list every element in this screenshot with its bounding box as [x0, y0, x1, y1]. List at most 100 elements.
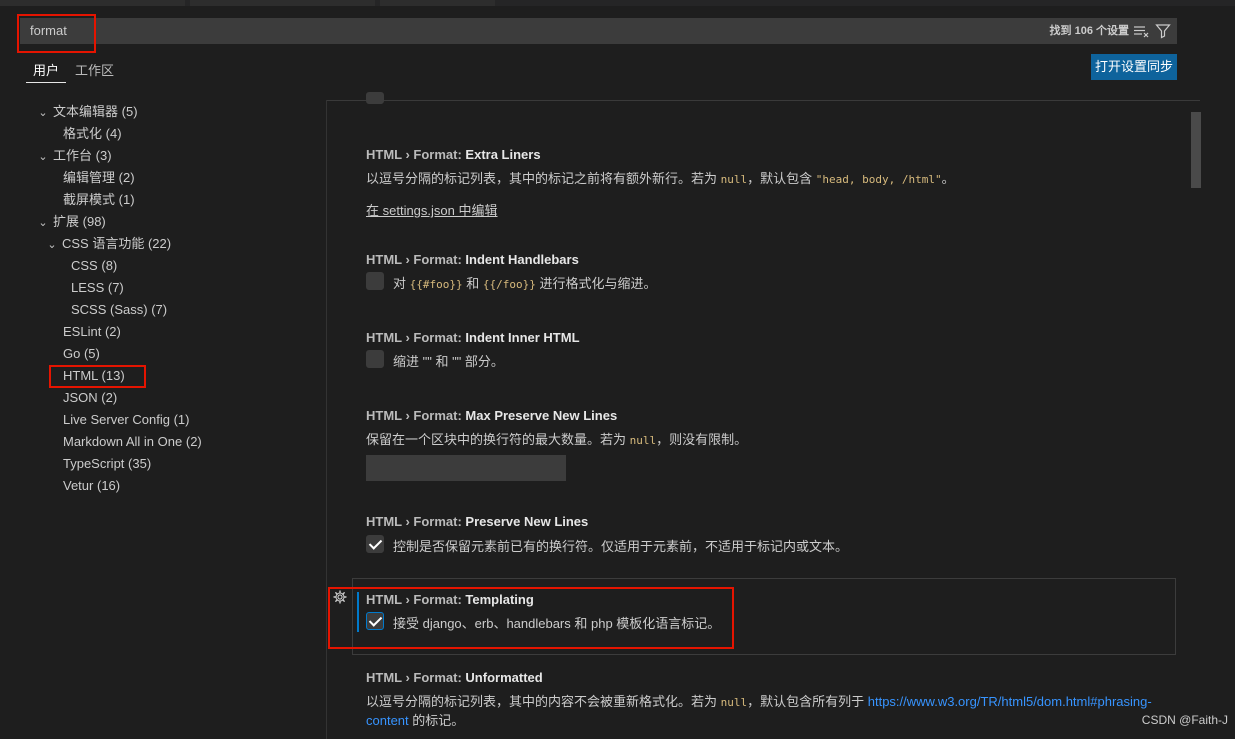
toc-count: (2): [185, 434, 202, 449]
toc-item-css-language-features[interactable]: ⌄ CSS 语言功能 (22): [46, 233, 171, 255]
editor-tab[interactable]: [190, 0, 375, 6]
setting-category: HTML › Format:: [366, 592, 466, 607]
toc-label: Markdown All in One: [63, 434, 183, 449]
code-null: null: [720, 173, 748, 186]
desc-text: 。: [941, 171, 955, 186]
toc-item-scss[interactable]: SCSS (Sass) (7): [71, 299, 167, 321]
toc-count: (22): [147, 236, 172, 251]
desc-text: 对: [393, 276, 410, 291]
toc-label: 编辑管理: [63, 170, 116, 185]
toc-label: Go: [63, 346, 81, 361]
toc-item-html[interactable]: HTML (13): [63, 365, 125, 387]
toc-item-eslint[interactable]: ESLint (2): [63, 321, 121, 343]
toc-item-text-editor[interactable]: ⌄ 文本编辑器 (5): [37, 101, 137, 123]
filter-icon[interactable]: [1155, 23, 1171, 39]
toc-label: CSS 语言功能: [62, 236, 145, 251]
max-preserve-new-lines-input[interactable]: [366, 455, 566, 481]
toc-item-editor-management[interactable]: 编辑管理 (2): [63, 167, 135, 189]
settings-scrollbar-thumb[interactable]: [1191, 112, 1201, 188]
toc-count: (3): [95, 148, 112, 163]
toc-item-workbench[interactable]: ⌄ 工作台 (3): [37, 145, 112, 167]
setting-name: Unformatted: [465, 670, 543, 685]
setting-desc-extra-liners: 以逗号分隔的标记列表，其中的标记之前将有额外新行。若为 null，默认包含 "h…: [366, 168, 955, 187]
setting-category: HTML › Format:: [366, 408, 466, 423]
tab-workspace[interactable]: 工作区: [75, 60, 114, 82]
active-tab-indicator: [26, 82, 66, 83]
toc-count: (35): [128, 456, 152, 471]
toc-count: (4): [105, 126, 122, 141]
focus-indicator: [357, 592, 359, 632]
phrasing-content-link[interactable]: https://www.w3.org/TR/html5/dom.html#phr…: [868, 694, 1152, 709]
setting-category: HTML › Format:: [366, 147, 466, 162]
phrasing-content-link[interactable]: content: [366, 713, 409, 728]
turn-on-settings-sync-button[interactable]: 打开设置同步: [1091, 54, 1177, 80]
setting-desc-unformatted-line2: content 的标记。: [366, 710, 464, 729]
toc-count: (1): [118, 192, 135, 207]
setting-category: HTML › Format:: [366, 514, 466, 529]
toc-item-extensions[interactable]: ⌄ 扩展 (98): [37, 211, 106, 233]
preserve-new-lines-checkbox[interactable]: [366, 535, 384, 553]
chevron-down-icon: ⌄: [38, 217, 48, 229]
toc-item-markdown-all-in-one[interactable]: Markdown All in One (2): [63, 431, 202, 453]
editor-tab[interactable]: [0, 0, 185, 6]
setting-name: Max Preserve New Lines: [465, 408, 618, 423]
settings-search-bar[interactable]: format 找到 106 个设置: [20, 18, 1177, 44]
setting-desc-templating: 接受 django、erb、handlebars 和 php 模板化语言标记。: [393, 616, 721, 631]
setting-category: HTML › Format:: [366, 330, 466, 345]
desc-text: 保留在一个区块中的换行符的最大数量。若为: [366, 432, 630, 447]
panel-divider: [326, 100, 327, 739]
desc-text: ，默认包含: [747, 171, 816, 186]
setting-title-max-preserve-new-lines: HTML › Format: Max Preserve New Lines: [366, 408, 617, 423]
toc-count: (2): [118, 170, 135, 185]
toc-item-go[interactable]: Go (5): [63, 343, 100, 365]
desc-text: ，则没有限制。: [656, 432, 748, 447]
setting-checkbox-partial[interactable]: [366, 92, 384, 104]
setting-desc-indent-handlebars: 对 {{#foo}} 和 {{/foo}} 进行格式化与缩进。: [393, 273, 656, 292]
toc-count: (16): [96, 478, 121, 493]
code-open-block: {{#foo}}: [409, 278, 463, 291]
desc-text: 以逗号分隔的标记列表，其中的内容不会被重新格式化。若为: [366, 694, 721, 709]
toc-label: HTML: [63, 368, 98, 383]
templating-checkbox[interactable]: [366, 612, 384, 630]
gear-icon[interactable]: [333, 590, 347, 607]
settings-search-input[interactable]: format: [30, 18, 67, 44]
setting-name: Preserve New Lines: [465, 514, 589, 529]
toc-item-live-server-config[interactable]: Live Server Config (1): [63, 409, 189, 431]
toc-item-typescript[interactable]: TypeScript (35): [63, 453, 151, 475]
toc-item-vetur[interactable]: Vetur (16): [63, 475, 120, 497]
toc-item-formatting[interactable]: 格式化 (4): [63, 123, 122, 145]
setting-desc-indent-inner-html: 缩进 "" 和 "" 部分。: [393, 354, 504, 369]
setting-category: HTML › Format:: [366, 252, 466, 267]
toc-item-json[interactable]: JSON (2): [63, 387, 117, 409]
desc-text: 以逗号分隔的标记列表，其中的标记之前将有额外新行。若为: [366, 171, 721, 186]
toc-item-css[interactable]: CSS (8): [71, 255, 117, 277]
setting-title-unformatted: HTML › Format: Unformatted: [366, 670, 543, 685]
setting-title-indent-inner-html: HTML › Format: Indent Inner HTML: [366, 330, 580, 345]
toc-label: 格式化: [63, 126, 103, 141]
toc-count: (2): [101, 390, 118, 405]
toc-label: CSS: [71, 258, 98, 273]
tab-user[interactable]: 用户: [33, 60, 59, 82]
toc-label: LESS: [71, 280, 105, 295]
toc-count: (5): [83, 346, 100, 361]
toc-count: (98): [82, 214, 106, 229]
toc-item-less[interactable]: LESS (7): [71, 277, 124, 299]
search-result-count: 找到 106 个设置: [1049, 25, 1129, 37]
toc-label: 截屏模式: [63, 192, 116, 207]
editor-tab[interactable]: [380, 0, 495, 6]
toc-label: TypeScript: [63, 456, 125, 471]
toc-label: SCSS (Sass): [71, 302, 148, 317]
indent-handlebars-checkbox[interactable]: [366, 272, 384, 290]
indent-inner-html-checkbox[interactable]: [366, 350, 384, 368]
clear-filter-icon[interactable]: [1133, 23, 1149, 39]
setting-title-extra-liners: HTML › Format: Extra Liners: [366, 147, 541, 162]
setting-title-templating: HTML › Format: Templating: [366, 592, 534, 607]
code-close-block: {{/foo}}: [482, 278, 536, 291]
toc-label: 文本编辑器: [53, 104, 119, 119]
setting-name: Indent Inner HTML: [465, 330, 580, 345]
setting-name: Indent Handlebars: [465, 252, 579, 267]
desc-text: 和: [462, 276, 483, 291]
chevron-down-icon: ⌄: [38, 107, 48, 119]
edit-in-settings-json-link[interactable]: 在 settings.json 中编辑: [366, 200, 498, 219]
toc-item-screencast-mode[interactable]: 截屏模式 (1): [63, 189, 135, 211]
